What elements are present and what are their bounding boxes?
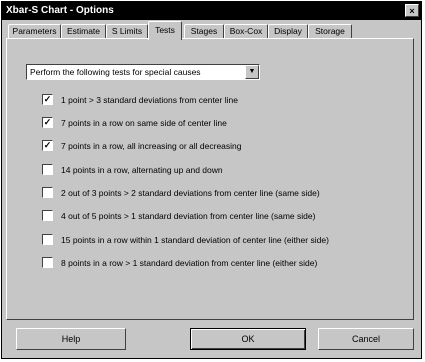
cancel-button[interactable]: Cancel: [318, 328, 414, 350]
tab-tests[interactable]: Tests: [148, 21, 182, 40]
test-row[interactable]: ✓ 7 points in a row, all increasing or al…: [42, 139, 412, 153]
tab-parameters[interactable]: Parameters: [8, 24, 61, 39]
window-title: Xbar-S Chart - Options: [6, 5, 114, 16]
test-label: 7 points in a row, all increasing or all…: [61, 141, 242, 151]
test-checkbox[interactable]: [42, 210, 53, 221]
test-label: 14 points in a row, alternating up and d…: [61, 165, 223, 175]
test-label: 1 point > 3 standard deviations from cen…: [61, 95, 238, 105]
test-checkbox[interactable]: [42, 164, 53, 175]
test-label: 4 out of 5 points > 1 standard deviation…: [61, 211, 316, 221]
close-icon[interactable]: ×: [405, 4, 419, 17]
tab-s-limits[interactable]: S Limits: [106, 24, 148, 39]
test-checkbox[interactable]: ✓: [42, 140, 53, 151]
chevron-down-icon[interactable]: ▼: [245, 65, 259, 79]
tab-display[interactable]: Display: [268, 24, 308, 39]
test-checkbox[interactable]: [42, 257, 53, 268]
test-row[interactable]: 8 points in a row > 1 standard deviation…: [42, 256, 412, 270]
test-checkbox[interactable]: ✓: [42, 117, 53, 128]
help-button[interactable]: Help: [16, 328, 126, 350]
test-checkbox[interactable]: [42, 234, 53, 245]
tests-panel: [6, 38, 414, 320]
tab-storage[interactable]: Storage: [308, 24, 352, 39]
test-label: 2 out of 3 points > 2 standard deviation…: [61, 188, 320, 198]
tab-box-cox[interactable]: Box-Cox: [224, 24, 268, 39]
test-row[interactable]: ✓ 1 point > 3 standard deviations from ce…: [42, 93, 412, 107]
test-row[interactable]: 15 points in a row within 1 standard dev…: [42, 233, 412, 247]
test-label: 7 points in a row on same side of center…: [61, 118, 227, 128]
test-label: 15 points in a row within 1 standard dev…: [61, 235, 329, 245]
tab-strip: Parameters Estimate S Limits Tests Stage…: [8, 21, 412, 40]
test-checkbox[interactable]: ✓: [42, 94, 53, 105]
ok-button[interactable]: OK: [190, 328, 306, 350]
test-row[interactable]: 4 out of 5 points > 1 standard deviation…: [42, 209, 412, 223]
test-label: 8 points in a row > 1 standard deviation…: [61, 258, 318, 268]
tab-stages[interactable]: Stages: [184, 24, 224, 39]
test-checkbox[interactable]: [42, 187, 53, 198]
test-row[interactable]: 2 out of 3 points > 2 standard deviation…: [42, 186, 412, 200]
test-mode-dropdown[interactable]: Perform the following tests for special …: [26, 64, 260, 80]
test-mode-value: Perform the following tests for special …: [30, 67, 201, 77]
test-row[interactable]: ✓ 7 points in a row on same side of cente…: [42, 116, 412, 130]
title-bar: Xbar-S Chart - Options ×: [2, 2, 421, 20]
tab-estimate[interactable]: Estimate: [61, 24, 106, 39]
test-row[interactable]: 14 points in a row, alternating up and d…: [42, 163, 412, 177]
